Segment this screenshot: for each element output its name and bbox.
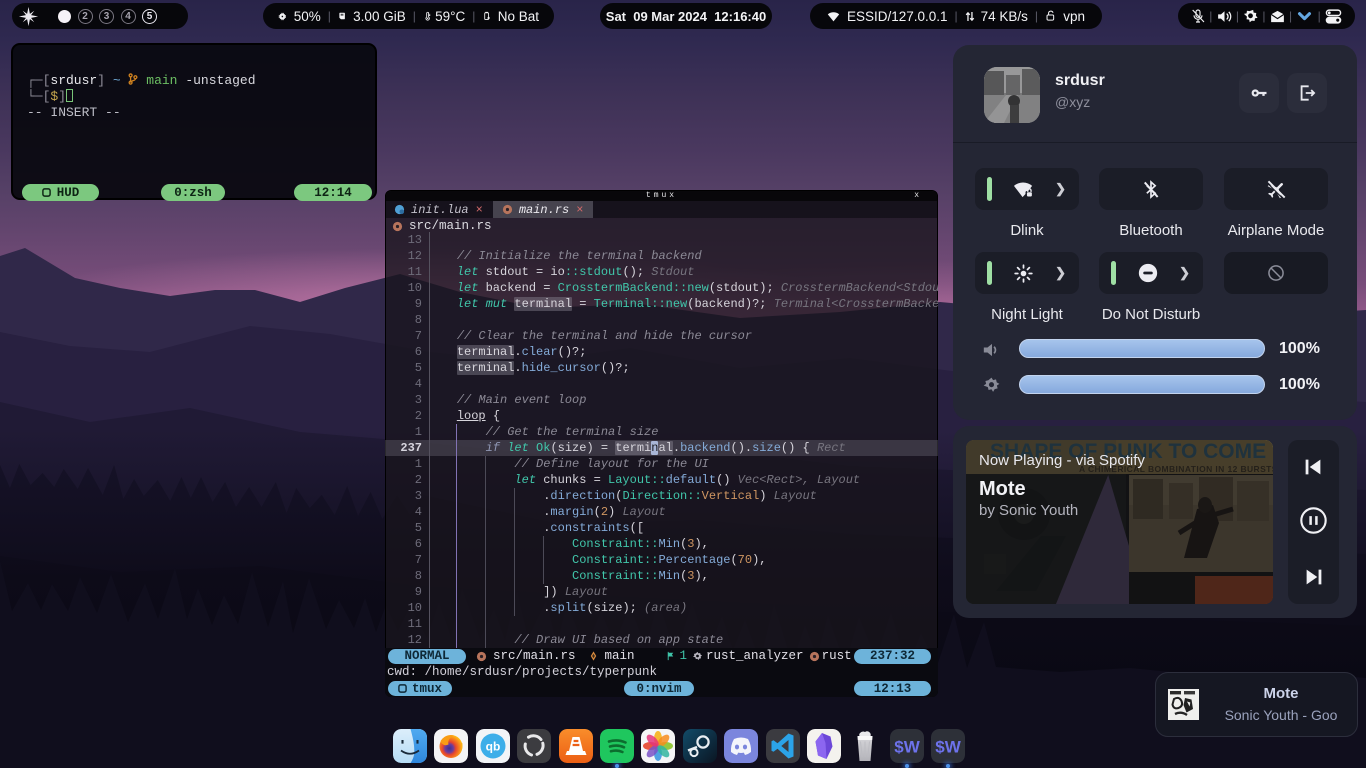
- svg-text:$W: $W: [894, 738, 920, 757]
- svg-text:qb: qb: [485, 740, 500, 754]
- svg-text:$W: $W: [935, 738, 961, 757]
